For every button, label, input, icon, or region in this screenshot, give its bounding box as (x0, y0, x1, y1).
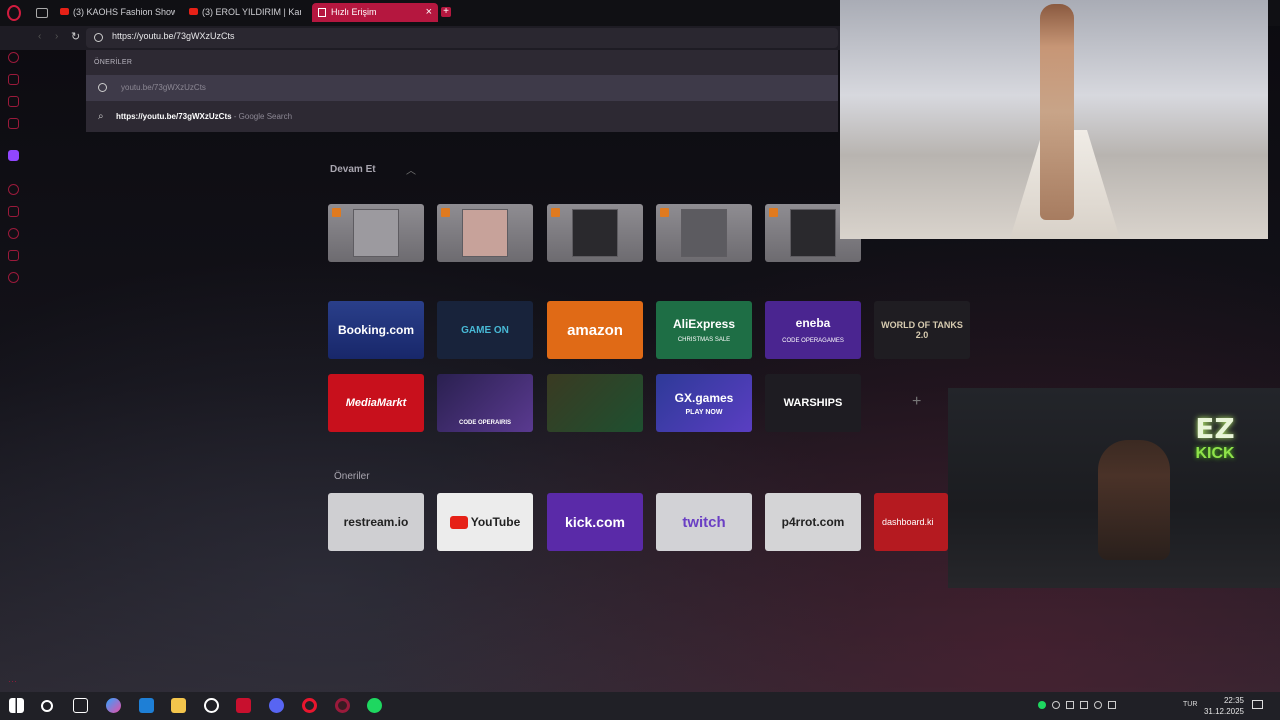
suggested-dashboard[interactable]: dashboard.ki (874, 493, 948, 551)
tab-hizli-erisim[interactable]: Hızlı Erişim × (312, 3, 438, 22)
reload-icon[interactable]: ↻ (71, 30, 80, 43)
close-tab-icon[interactable]: × (426, 3, 432, 22)
task-view-icon[interactable] (73, 698, 88, 713)
tab-kaohs[interactable]: (3) KAOHS Fashion Show (60, 3, 175, 22)
continue-heading: Devam Et (330, 164, 376, 175)
opera-logo-icon[interactable] (7, 5, 21, 21)
settings-icon[interactable] (8, 272, 19, 283)
youtube-logo-icon (449, 515, 468, 529)
cube-icon[interactable] (8, 250, 19, 261)
address-text[interactable]: https://youtu.be/73gWXzUzCts (112, 31, 235, 41)
speed-dial-eneba[interactable]: eneba CODE OPERAGAMES (765, 301, 861, 359)
speed-dial-aliexpress[interactable]: AliExpress CHRISTMAS SALE (656, 301, 752, 359)
tray-volume-icon[interactable] (1108, 701, 1116, 709)
bag-icon[interactable] (8, 74, 19, 85)
suggested-kick[interactable]: kick.com (547, 493, 643, 551)
continue-tile[interactable] (547, 204, 643, 262)
notifications-icon[interactable] (1252, 700, 1263, 709)
windows-start-icon[interactable] (9, 698, 24, 713)
folder-icon[interactable] (171, 698, 186, 713)
tray-discord-icon[interactable] (1052, 701, 1060, 709)
forward-icon[interactable]: › (55, 31, 58, 42)
new-tab-button[interactable]: + (441, 7, 451, 17)
tray-network-icon[interactable] (1080, 701, 1088, 709)
continue-tile[interactable] (328, 204, 424, 262)
suggestion-url[interactable]: youtu.be/73gWXzUzCts (86, 75, 838, 101)
speed-dial-game-art[interactable] (547, 374, 643, 432)
suggested-youtube[interactable]: YouTube (437, 493, 533, 551)
youtube-icon (189, 8, 198, 16)
tab-erol[interactable]: (3) EROL YILDIRIM | Kans (189, 3, 301, 22)
speed-dial-game-promo[interactable]: CODE OPERAIRIS (437, 374, 533, 432)
search-icon[interactable] (41, 700, 53, 712)
back-icon[interactable]: ‹ (38, 31, 41, 42)
opera-gx-icon[interactable] (335, 698, 350, 713)
brand-badge-icon (660, 208, 669, 217)
speed-dial-gxgames[interactable]: GX.games PLAY NOW (656, 374, 752, 432)
model-figure (1040, 4, 1074, 220)
taskbar: TUR 22:35 31.12.2025 (0, 692, 1280, 720)
chat-icon[interactable] (8, 96, 19, 107)
speed-dial-worldoftanks[interactable]: WORLD OF TANKS 2.0 (874, 301, 970, 359)
more-icon[interactable]: ··· (8, 676, 19, 687)
opera-icon[interactable] (302, 698, 317, 713)
system-clock[interactable]: 22:35 31.12.2025 (1204, 695, 1244, 717)
brand-badge-icon (441, 208, 450, 217)
speed-dial-icon (318, 8, 326, 18)
search-icon: ⌕ (98, 111, 104, 122)
address-input[interactable]: https://youtu.be/73gWXzUzCts (86, 28, 838, 48)
tray-mic-icon[interactable] (1094, 701, 1102, 709)
video-overlay (840, 0, 1268, 239)
clock-icon[interactable] (8, 184, 19, 195)
suggested-p4rrot[interactable]: p4rrot.com (765, 493, 861, 551)
add-speed-dial-button[interactable]: + (912, 393, 921, 411)
suggested-twitch[interactable]: twitch (656, 493, 752, 551)
brand-badge-icon (769, 208, 778, 217)
suggested-restream[interactable]: restream.io (328, 493, 424, 551)
speed-dial-gameon[interactable]: GAME ON (437, 301, 533, 359)
bookmark-icon[interactable] (8, 206, 19, 217)
speed-dial-booking[interactable]: Booking.com (328, 301, 424, 359)
globe-icon (94, 33, 103, 42)
globe-icon (98, 83, 107, 92)
news-icon[interactable] (8, 118, 19, 129)
tray-spotify-icon[interactable] (1038, 701, 1046, 709)
timer-icon[interactable] (8, 228, 19, 239)
suggestions-header: ÖNERİLER (94, 59, 133, 66)
mail-icon[interactable] (139, 698, 154, 713)
chevron-up-icon[interactable]: ︿ (406, 162, 416, 177)
tray-app-icon[interactable] (1066, 701, 1074, 709)
continue-tile[interactable] (656, 204, 752, 262)
youtube-icon (60, 8, 69, 16)
speed-dial-amazon[interactable]: amazon (547, 301, 643, 359)
language-indicator[interactable]: TUR (1183, 701, 1197, 708)
brand-badge-icon (551, 208, 560, 217)
voicemod-icon[interactable] (236, 698, 251, 713)
webcam-overlay: EZ KICK (948, 388, 1280, 588)
ez-kick-sign: EZ KICK (1195, 412, 1235, 462)
speed-dial-warships[interactable]: WARSHIPS (765, 374, 861, 432)
twitch-icon[interactable] (8, 150, 19, 161)
spotify-icon[interactable] (367, 698, 382, 713)
sidebar: ··· (0, 26, 28, 692)
brand-badge-icon (332, 208, 341, 217)
history-icon[interactable] (8, 52, 19, 63)
streamer-figure (1098, 440, 1170, 560)
address-suggestions: ÖNERİLER youtu.be/73gWXzUzCts ⌕ https://… (86, 50, 838, 132)
tray-icons[interactable] (1038, 701, 1176, 711)
copilot-icon[interactable] (106, 698, 121, 713)
workspaces-icon[interactable] (36, 8, 48, 18)
continue-tile[interactable] (437, 204, 533, 262)
obs-icon[interactable] (204, 698, 219, 713)
suggestion-search[interactable]: ⌕ https://youtu.be/73gWXzUzCts - Google … (86, 104, 838, 130)
speed-dial-mediamarkt[interactable]: MediaMarkt (328, 374, 424, 432)
discord-icon[interactable] (269, 698, 284, 713)
suggestions-heading: Öneriler (334, 471, 370, 482)
